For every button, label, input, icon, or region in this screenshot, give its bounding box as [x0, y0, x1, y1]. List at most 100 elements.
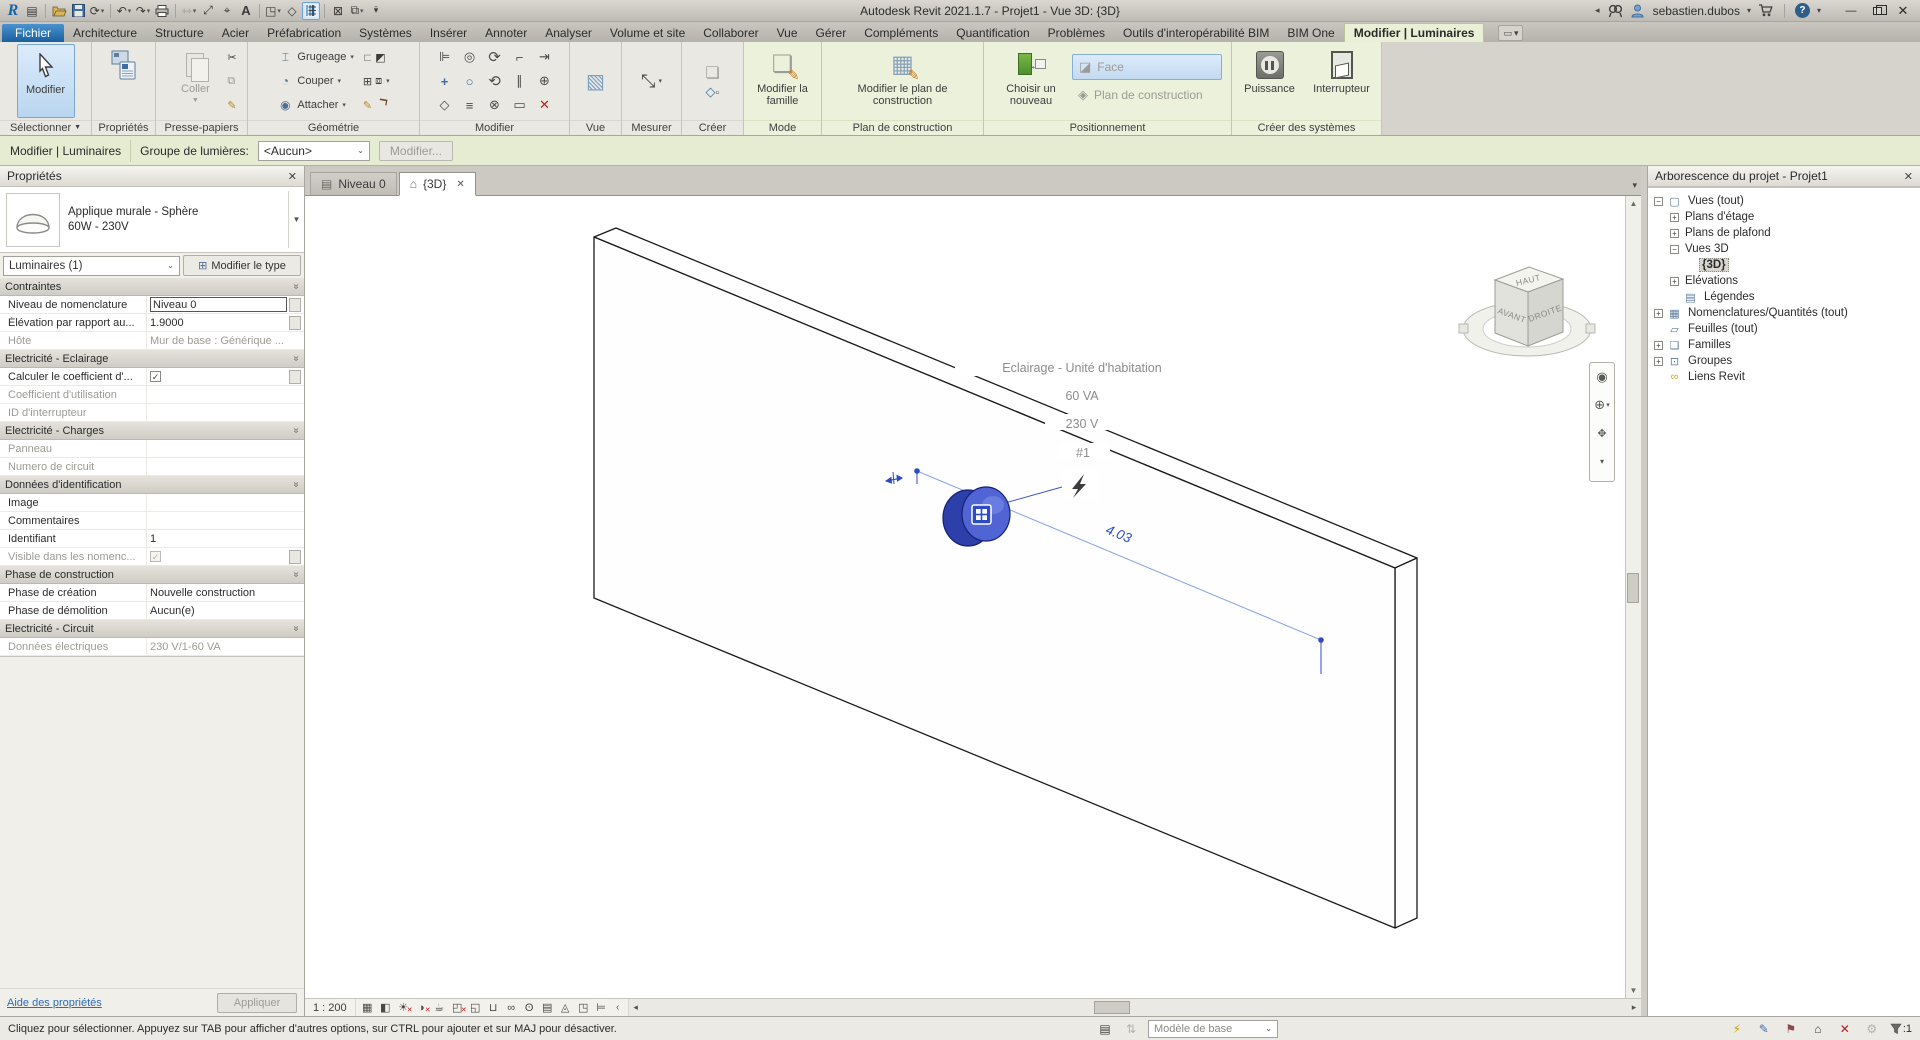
panel-label-presse-papiers[interactable]: Presse-papiers — [156, 120, 247, 135]
vertical-scrollbar[interactable]: ▲ ▼ — [1625, 196, 1641, 998]
unpin-icon[interactable]: ▭ — [513, 97, 525, 113]
create-group-icon[interactable]: ◇▫ — [706, 84, 720, 100]
tab-inserer[interactable]: Insérer — [421, 24, 476, 42]
selection-filter-combo[interactable]: Luminaires (1) ⌄ — [3, 256, 180, 276]
measure-icon[interactable]: ⇿▾ — [180, 2, 198, 20]
revit-logo-icon[interactable]: R — [4, 2, 22, 20]
panel-label-modifier[interactable]: Modifier — [420, 120, 569, 135]
temporary-view-properties-icon[interactable]: ▤ — [539, 1001, 556, 1014]
drag-on-selection-icon[interactable]: ✕ — [1836, 1021, 1854, 1037]
section-electricite-charges[interactable]: Electricité - Charges« — [0, 422, 304, 440]
view-tab-list-caret-icon[interactable]: ▾ — [1632, 180, 1637, 191]
offset-icon[interactable]: ◎ — [464, 49, 475, 65]
light-group-select[interactable]: <Aucun> ⌄ — [258, 141, 370, 161]
user-menu-caret-icon[interactable]: ▾ — [1747, 6, 1751, 15]
property-row[interactable]: Panneau — [0, 440, 304, 458]
expand-expander[interactable]: + — [1670, 277, 1679, 286]
array-icon[interactable]: ≡ — [466, 98, 474, 113]
wall-geometry[interactable] — [594, 228, 1417, 928]
property-row[interactable]: Coefficient d'utilisation — [0, 386, 304, 404]
wall-joins-icon[interactable]: ⊞ — [363, 70, 372, 93]
panel-label-selectionner[interactable]: Sélectionner▼ — [0, 120, 91, 135]
apply-button[interactable]: Appliquer — [217, 993, 297, 1013]
tab-analyser[interactable]: Analyser — [536, 24, 601, 42]
open-icon[interactable] — [50, 2, 68, 20]
switch-button[interactable]: Interrupteur — [1306, 44, 1377, 118]
tab-problemes[interactable]: Problèmes — [1039, 24, 1114, 42]
pin-icon[interactable]: ⊕ — [539, 73, 550, 89]
tab-modifier-luminaires[interactable]: Modifier | Luminaires — [1344, 23, 1485, 42]
demolish-hammer-icon[interactable]: Γ — [370, 96, 395, 114]
shadows-icon[interactable]: ◑✕ — [413, 1002, 430, 1014]
minimize-button[interactable]: — — [1838, 2, 1864, 20]
tab-quantification[interactable]: Quantification — [947, 24, 1038, 42]
project-info-icon[interactable]: ▤ — [23, 2, 41, 20]
panel-label-plan-de-construction[interactable]: Plan de construction — [822, 120, 983, 135]
placement-work-plane-button[interactable]: ◈ Plan de construction — [1072, 82, 1222, 108]
steering-wheel-icon[interactable]: ◉ — [1596, 367, 1607, 387]
mirror-icon[interactable]: ⟲ — [488, 72, 501, 90]
trim-corner-icon[interactable]: ⌐ — [516, 50, 524, 65]
search-icon[interactable] — [1607, 3, 1623, 19]
tab-volume-et-site[interactable]: Volume et site — [601, 24, 694, 42]
crop-view-icon[interactable]: ◰✕ — [449, 1001, 466, 1014]
undo-icon[interactable]: ↶▾ — [115, 2, 133, 20]
property-row[interactable]: Données électriques230 V/1-60 VA — [0, 638, 304, 656]
print-icon[interactable] — [153, 2, 171, 20]
move-grip-icon[interactable] — [972, 505, 991, 524]
tab-interoperabilite-bim[interactable]: Outils d'interopérabilité BIM — [1114, 24, 1278, 42]
section-phase-de-construction[interactable]: Phase de construction« — [0, 566, 304, 584]
expand-expander[interactable]: + — [1654, 309, 1663, 318]
expand-expander[interactable]: + — [1654, 341, 1663, 350]
thin-lines-icon[interactable] — [302, 2, 320, 20]
worksets-icon[interactable]: ▤ — [1096, 1021, 1114, 1037]
copy-icon[interactable]: ⧉ — [227, 70, 236, 93]
vertical-scroll-thumb[interactable] — [1627, 573, 1639, 603]
scale-icon[interactable]: ◇ — [440, 97, 450, 113]
close-button[interactable]: ✕ — [1890, 2, 1916, 20]
associate-param-button[interactable] — [289, 316, 301, 330]
property-row[interactable]: Phase de démolitionAucun(e) — [0, 602, 304, 620]
tree-item-familles[interactable]: +❏Familles — [1648, 337, 1920, 353]
section-contraintes[interactable]: Contraintes« — [0, 278, 304, 296]
select-underlay-icon[interactable]: ⌂ — [1809, 1021, 1827, 1037]
associate-param-button[interactable] — [289, 298, 301, 312]
close-icon[interactable]: ✕ — [288, 170, 297, 183]
editing-requests-icon[interactable]: ⇅ — [1122, 1021, 1140, 1037]
select-links-icon[interactable]: ✎ — [1755, 1021, 1773, 1037]
select-pinned-icon[interactable]: ⚑ — [1782, 1021, 1800, 1037]
edit-family-button[interactable]: ❏✎ Modifier la famille — [748, 44, 817, 118]
help-menu-caret-icon[interactable]: ▾ — [1817, 6, 1821, 15]
close-hidden-windows-icon[interactable]: ⊠ — [329, 2, 347, 20]
checkbox-checked[interactable]: ✓ — [150, 371, 161, 382]
save-icon[interactable] — [69, 2, 87, 20]
associate-param-button[interactable] — [289, 550, 301, 564]
section-icon[interactable]: ◇ — [283, 2, 301, 20]
section-donnees-identification[interactable]: Données d'identification« — [0, 476, 304, 494]
zoom-icon[interactable]: ⊕▾ — [1594, 395, 1609, 415]
cut-geometry-button[interactable]: ◔Couper▾ — [277, 70, 353, 93]
panel-label-vue[interactable]: Vue — [570, 120, 621, 135]
tab-annoter[interactable]: Annoter — [476, 24, 536, 42]
tree-item-legendes[interactable]: ▤Légendes — [1648, 289, 1920, 305]
tab-prefabrication[interactable]: Préfabrication — [258, 24, 350, 42]
property-row[interactable]: HôteMur de base : Générique ... — [0, 332, 304, 350]
split-icon[interactable]: ⇥ — [539, 49, 550, 65]
detail-level-icon[interactable]: ▦ — [359, 1001, 376, 1014]
tab-complements[interactable]: Compléments — [855, 24, 947, 42]
sync-icon[interactable]: ⟳▾ — [88, 2, 106, 20]
align-icon[interactable]: ⊫ — [439, 49, 450, 65]
scroll-left-arrow[interactable]: ◂ — [629, 999, 643, 1016]
tab-systemes[interactable]: Systèmes — [350, 24, 421, 42]
analytical-model-icon[interactable]: ◬ — [557, 1001, 574, 1014]
link-icon[interactable]: ⧈▾ — [375, 70, 390, 93]
collapse-vcb-icon[interactable]: ‹ — [611, 1002, 625, 1013]
reveal-constraints-icon[interactable]: ⊨ — [593, 1001, 610, 1014]
properties-button[interactable] — [95, 44, 153, 118]
close-icon[interactable]: ✕ — [1904, 170, 1913, 183]
view-tab-3d[interactable]: ⌂ {3D} ✕ — [399, 172, 476, 196]
duplicate-view-icon[interactable]: ❏ — [705, 63, 719, 83]
navbar-more-caret-icon[interactable]: ▾ — [1600, 451, 1604, 471]
tree-item-vues-3d[interactable]: −Vues 3D — [1648, 241, 1920, 257]
tree-item-plans-plafond[interactable]: +Plans de plafond — [1648, 225, 1920, 241]
